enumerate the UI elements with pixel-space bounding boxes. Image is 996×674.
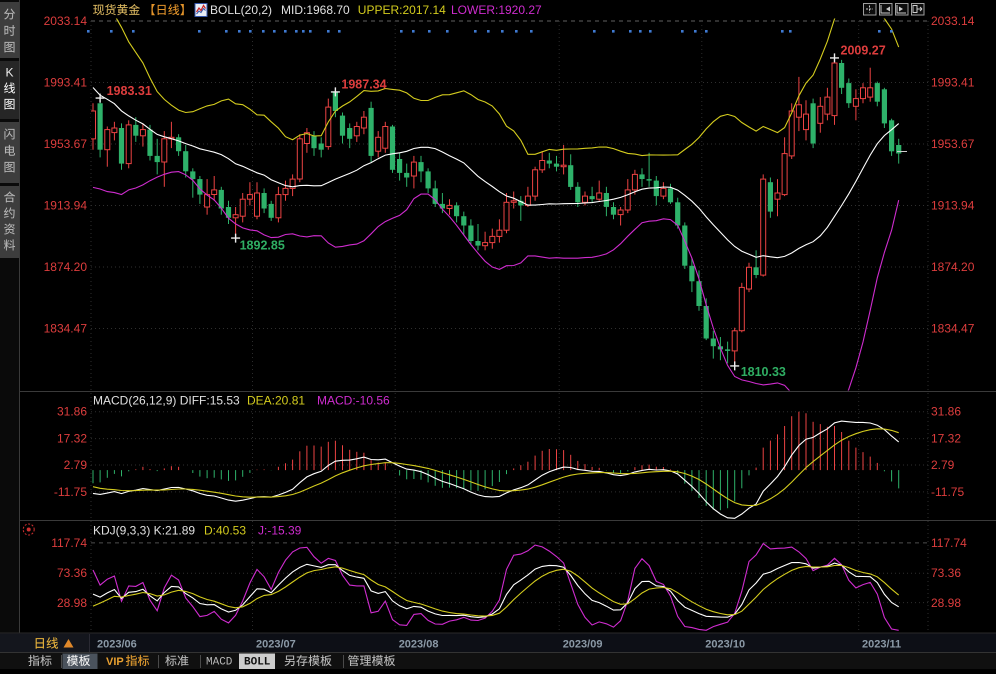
svg-text:2.79: 2.79 (64, 458, 88, 472)
svg-text:2023/10: 2023/10 (705, 639, 745, 651)
svg-text:1953.67: 1953.67 (44, 137, 88, 151)
svg-text:2009.27: 2009.27 (841, 43, 886, 57)
svg-text:17.32: 17.32 (57, 431, 87, 445)
svg-text:1892.85: 1892.85 (240, 239, 285, 253)
svg-text:J:-15.39: J:-15.39 (258, 524, 302, 538)
svg-text:KDJ(9,3,3) K:21.89: KDJ(9,3,3) K:21.89 (93, 524, 195, 538)
svg-text:DEA:20.81: DEA:20.81 (247, 394, 305, 408)
svg-text:28.98: 28.98 (931, 596, 961, 610)
svg-text:1810.33: 1810.33 (741, 365, 786, 379)
svg-text:31.86: 31.86 (931, 405, 961, 419)
svg-text:1993.41: 1993.41 (931, 76, 975, 90)
svg-text:17.32: 17.32 (931, 431, 961, 445)
svg-text:1834.47: 1834.47 (44, 322, 88, 336)
svg-text:1987.34: 1987.34 (341, 77, 386, 91)
svg-text:1834.47: 1834.47 (931, 322, 975, 336)
svg-text:-11.75: -11.75 (931, 485, 964, 499)
svg-text:VIP: VIP (106, 656, 124, 668)
svg-text:2.79: 2.79 (931, 458, 955, 472)
svg-text:BOLL: BOLL (244, 657, 271, 669)
svg-text:LOWER:1920.27: LOWER:1920.27 (451, 3, 542, 17)
svg-text:2023/09: 2023/09 (563, 639, 603, 651)
svg-text:1913.94: 1913.94 (44, 199, 88, 213)
svg-text:2023/07: 2023/07 (256, 639, 296, 651)
svg-text:117.74: 117.74 (931, 536, 967, 550)
svg-text:2023/08: 2023/08 (399, 639, 439, 651)
svg-text:73.36: 73.36 (931, 566, 961, 580)
svg-text:1993.41: 1993.41 (44, 76, 88, 90)
svg-text:MACD:-10.56: MACD:-10.56 (317, 394, 390, 408)
svg-text:2033.14: 2033.14 (44, 14, 88, 28)
svg-text:MID:1968.70: MID:1968.70 (281, 3, 350, 17)
svg-text:73.36: 73.36 (57, 566, 87, 580)
svg-text:2023/06: 2023/06 (97, 639, 137, 651)
svg-text:D:40.53: D:40.53 (204, 524, 246, 538)
svg-text:MACD(26,12,9) DIFF:15.53: MACD(26,12,9) DIFF:15.53 (93, 394, 240, 408)
svg-text:-11.75: -11.75 (54, 485, 87, 499)
svg-text:1953.67: 1953.67 (931, 137, 975, 151)
svg-text:UPPER:2017.14: UPPER:2017.14 (358, 3, 446, 17)
svg-text:BOLL(20,2): BOLL(20,2) (210, 3, 272, 17)
svg-text:1913.94: 1913.94 (931, 199, 975, 213)
svg-text:2023/11: 2023/11 (862, 639, 901, 651)
svg-text:MACD: MACD (206, 657, 233, 669)
svg-text:1874.20: 1874.20 (931, 260, 975, 274)
svg-text:K: K (5, 66, 13, 80)
svg-text:28.98: 28.98 (57, 596, 87, 610)
svg-text:117.74: 117.74 (51, 536, 87, 550)
svg-text:2033.14: 2033.14 (931, 14, 975, 28)
svg-text:1874.20: 1874.20 (44, 260, 88, 274)
svg-text:1983.31: 1983.31 (107, 84, 152, 98)
svg-text:31.86: 31.86 (57, 405, 87, 419)
